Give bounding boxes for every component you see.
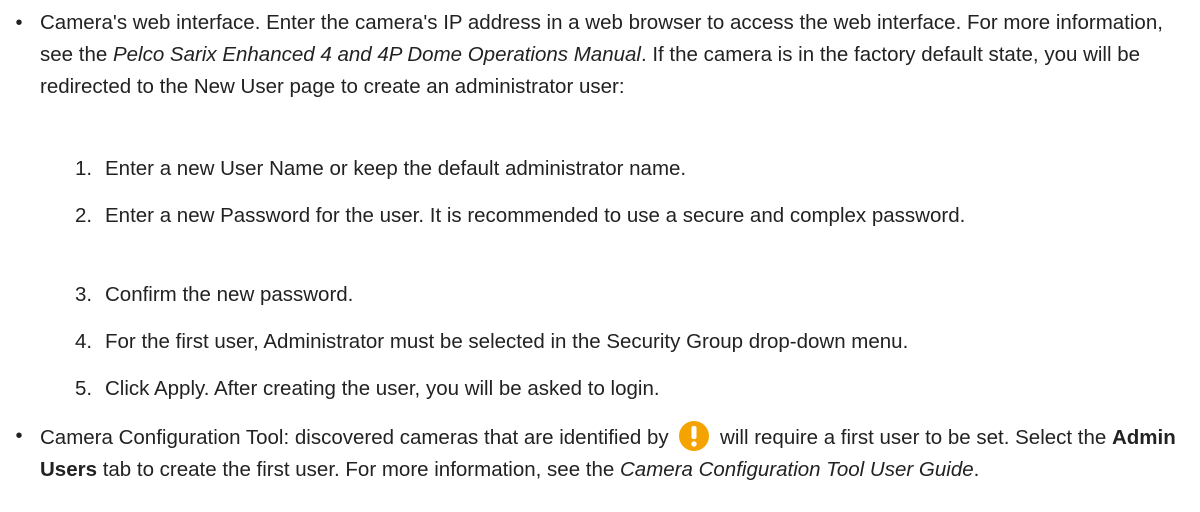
step-text: Confirm the new password.	[105, 283, 354, 306]
step-text: Click Apply. After creating the user, yo…	[105, 377, 660, 400]
guide-title: Camera Configuration Tool User Guide	[620, 458, 974, 481]
step-item: 1. Enter a new User Name or keep the def…	[75, 153, 1185, 185]
step-item: 4. For the first user, Administrator mus…	[75, 326, 1185, 358]
bullet-text-cont2: tab to create the first user. For more i…	[97, 458, 620, 481]
bullet-text-cont: will require a first user to be set. Sel…	[720, 426, 1112, 449]
bullet-marker: •	[15, 12, 23, 34]
step-text: Enter a new User Name or keep the defaul…	[105, 157, 687, 180]
step-text: Enter a new Password for the user. It is…	[105, 204, 966, 227]
bullet-text-end: .	[973, 458, 980, 481]
step-number: 2.	[75, 204, 93, 227]
bullet-text: Camera Configuration Tool: discovered ca…	[40, 426, 669, 449]
warning-exclamation-icon	[679, 421, 710, 451]
step-number: 4.	[75, 330, 93, 353]
bullet-config-tool: • Camera Configuration Tool: discovered …	[15, 420, 1190, 486]
step-number: 3.	[75, 283, 93, 306]
step-item: 5. Click Apply. After creating the user,…	[75, 373, 1185, 405]
step-text: For the first user, Administrator must b…	[105, 330, 909, 353]
step-item: 2. Enter a new Password for the user. It…	[75, 200, 1185, 232]
step-number: 1.	[75, 157, 93, 180]
bullet-web-interface: • Camera's web interface. Enter the came…	[15, 7, 1190, 103]
step-item: 3. Confirm the new password.	[75, 279, 1185, 311]
bullet-marker: •	[15, 425, 23, 447]
manual-title: Pelco Sarix Enhanced 4 and 4P Dome Opera…	[112, 43, 641, 66]
step-number: 5.	[75, 377, 93, 400]
